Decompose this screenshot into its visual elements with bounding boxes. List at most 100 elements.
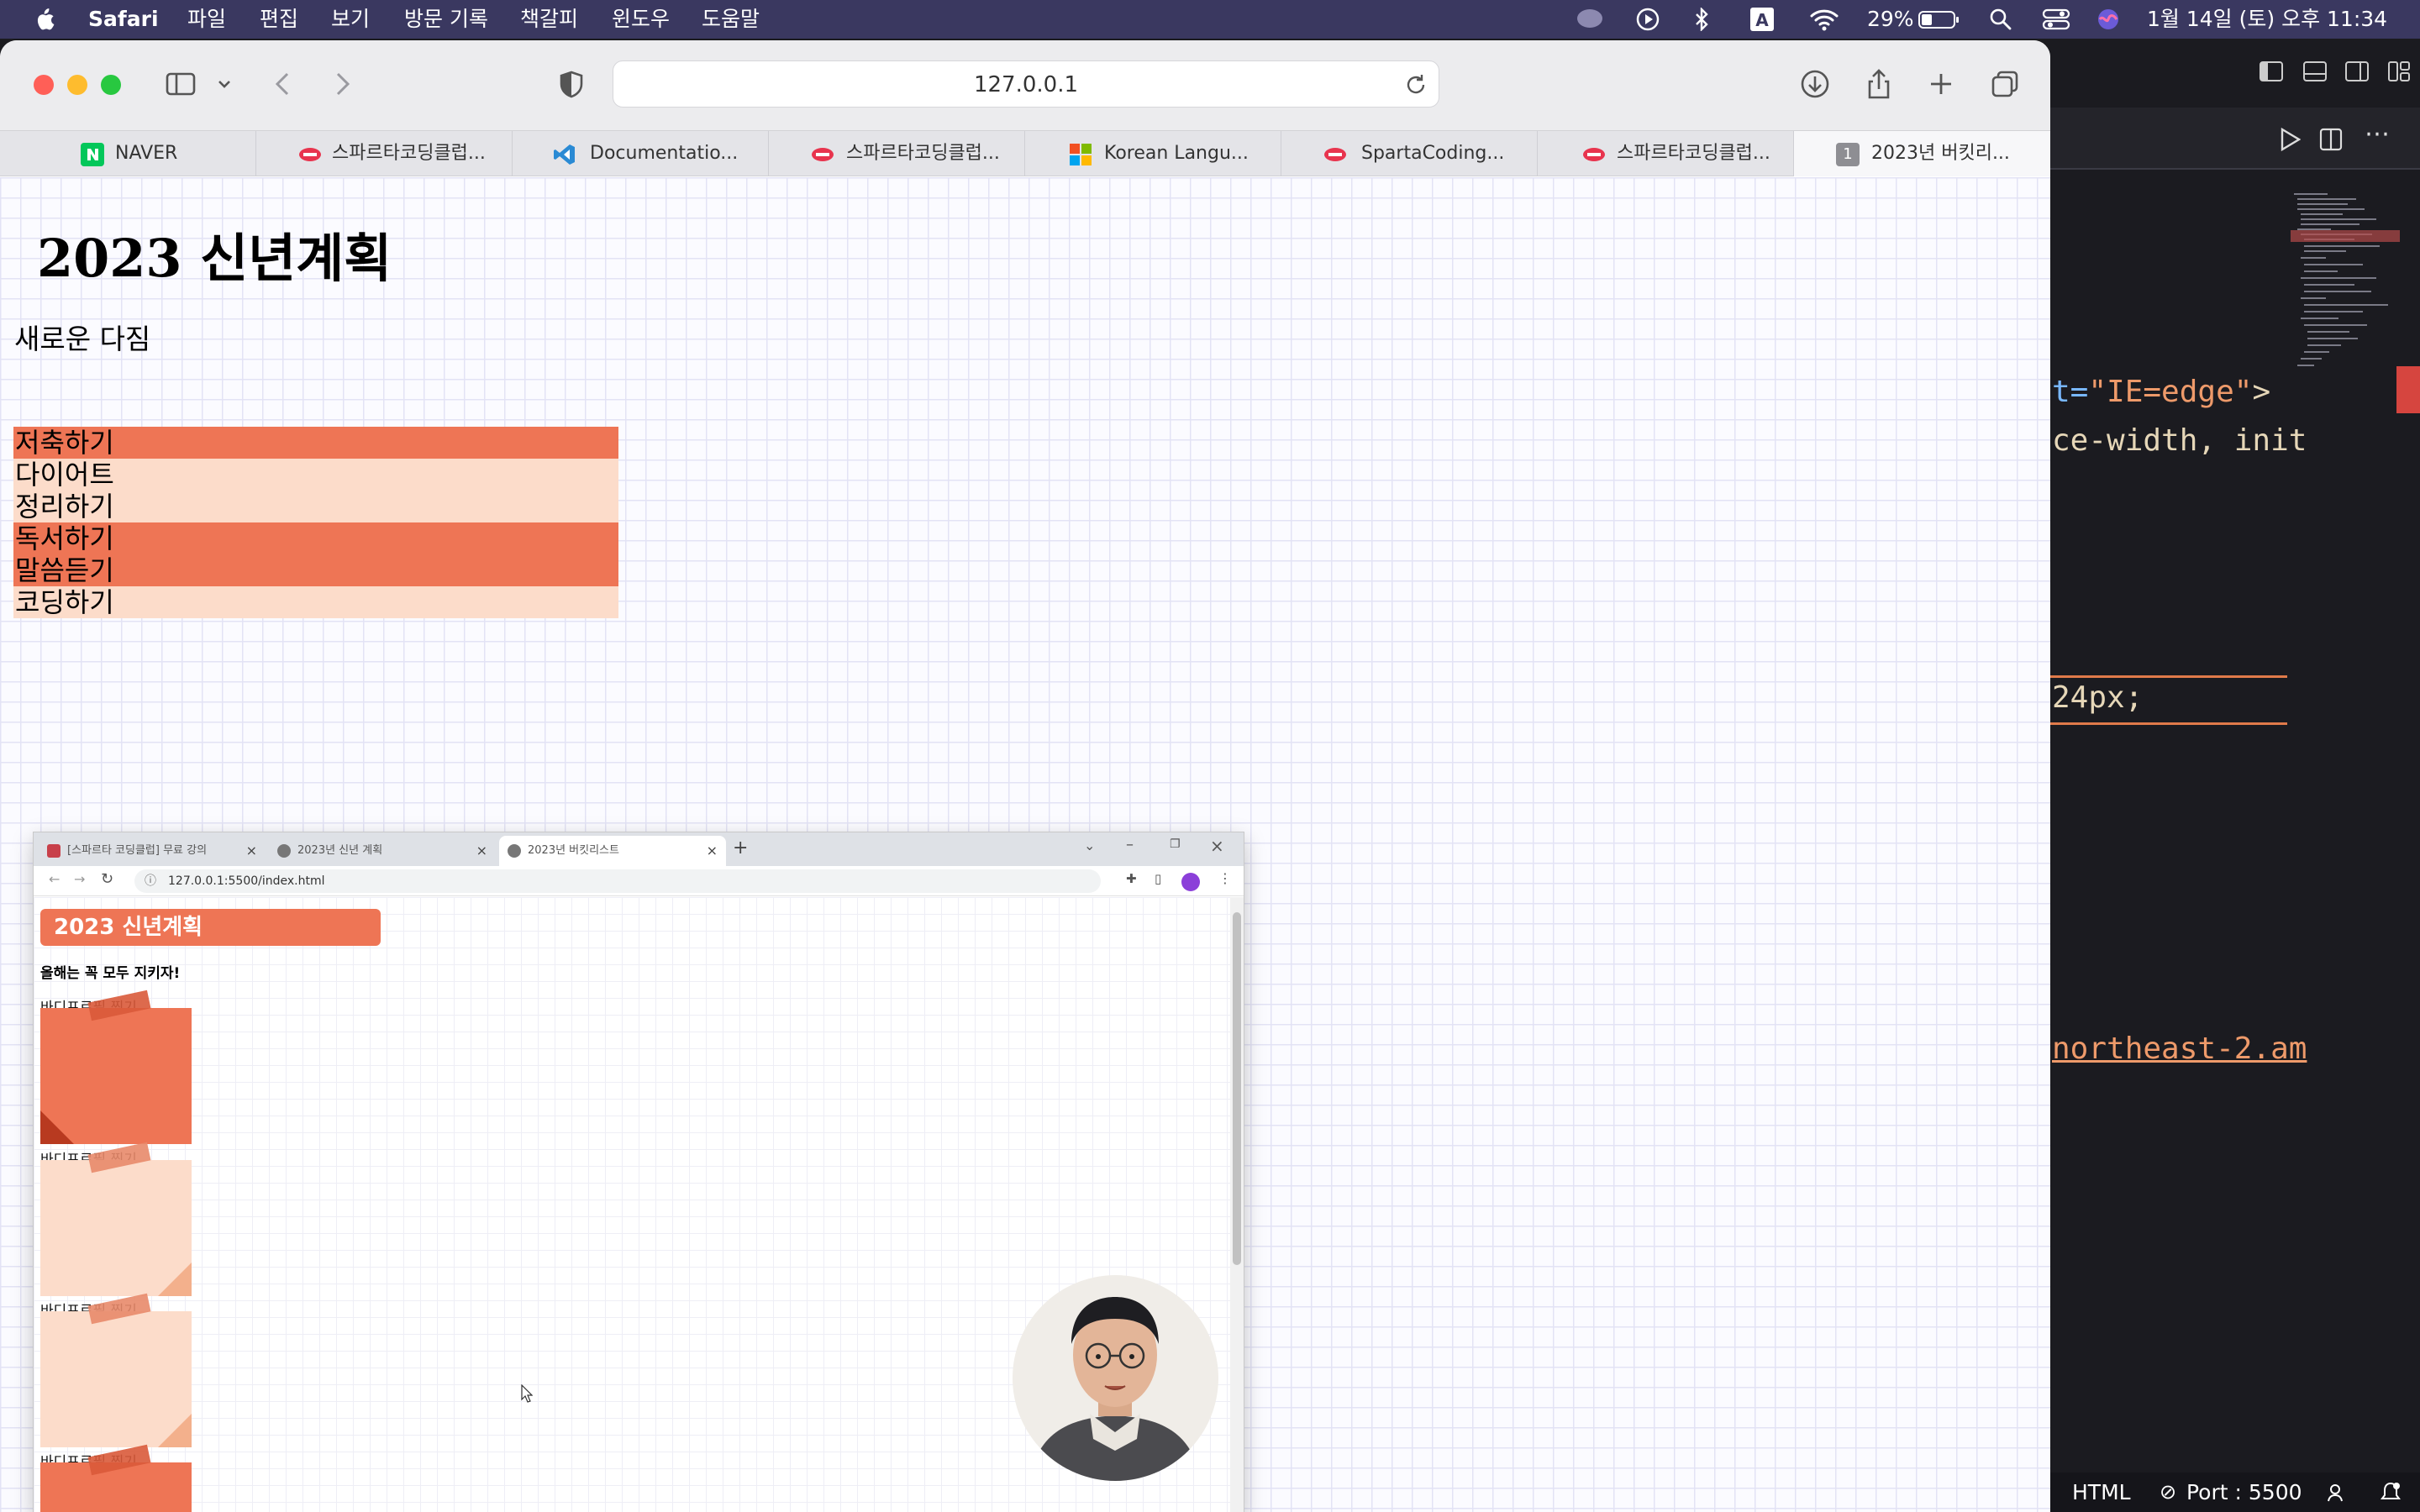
run-play-icon[interactable] xyxy=(2279,128,2301,151)
tab-sparta-3[interactable]: 스파르타코딩클럽... xyxy=(1538,131,1794,176)
embedded-chrome-screenshot: [스파르타 코딩클럽] 무료 강의 × 2023년 신년 계획 × 2023년 … xyxy=(34,832,1244,1512)
scrollbar-thumb[interactable] xyxy=(1233,912,1241,1265)
tab-sparta-2[interactable]: 스파르타코딩클럽... xyxy=(769,131,1025,176)
sparta-favicon xyxy=(47,844,60,858)
forward-arrow-icon[interactable]: → xyxy=(74,871,85,887)
menu-clock[interactable]: 1월 14일 (토) 오후 11:34 xyxy=(2147,0,2387,39)
menu-view[interactable]: 보기 xyxy=(331,0,370,39)
minimize-icon[interactable]: – xyxy=(1126,836,1134,853)
account-feedback-icon[interactable] xyxy=(2328,1483,2349,1503)
chevron-down-icon[interactable] xyxy=(216,67,233,101)
editor-title-bar xyxy=(2050,50,2420,101)
chrome-page-content: 2023 신년계획 올해는 꼭 모두 지키자! 바디프로필 찍기 바디프로필 찍… xyxy=(34,897,1244,1512)
back-arrow-icon[interactable]: ← xyxy=(49,871,60,887)
menu-bookmarks[interactable]: 책갈피 xyxy=(520,0,578,39)
menu-edit[interactable]: 편집 xyxy=(260,0,298,39)
close-icon[interactable]: × xyxy=(246,836,257,866)
chrome-address-bar[interactable]: ⓘ 127.0.0.1:5500/index.html xyxy=(134,869,1101,893)
microsoft-favicon xyxy=(1070,144,1092,165)
menu-window[interactable]: 윈도우 xyxy=(612,0,670,39)
wifi-icon[interactable] xyxy=(1810,8,1839,31)
close-window-button[interactable] xyxy=(34,75,54,95)
reload-icon[interactable] xyxy=(1403,72,1428,97)
chevron-down-icon[interactable]: ⌄ xyxy=(1084,837,1095,853)
mouse-cursor-icon xyxy=(521,1384,533,1403)
code-link-line[interactable]: northeast-2.am xyxy=(2052,1032,2307,1066)
bell-icon[interactable] xyxy=(2380,1481,2402,1504)
more-options-icon[interactable]: ⋮ xyxy=(1218,870,1232,886)
bluetooth-icon[interactable] xyxy=(1693,8,1710,31)
svg-text:A: A xyxy=(1755,10,1769,30)
minimize-window-button[interactable] xyxy=(67,75,87,95)
customize-layout-icon[interactable] xyxy=(2386,59,2412,84)
zoom-window-button[interactable] xyxy=(101,75,121,95)
editor-status-bar: HTML ⊘ Port : 5500 xyxy=(2050,1473,2420,1512)
address-url: 127.0.0.1 xyxy=(973,72,1079,97)
menu-app-name[interactable]: Safari xyxy=(88,0,159,39)
editor-minimap[interactable] xyxy=(2291,190,2400,425)
tab-korean-language[interactable]: Korean Langu... xyxy=(1025,131,1281,176)
presenter-webcam xyxy=(1013,1275,1218,1481)
close-icon[interactable]: × xyxy=(476,836,487,866)
number-1-favicon: 1 xyxy=(1836,143,1860,166)
sparta-favicon xyxy=(1324,148,1346,161)
status-port[interactable]: Port : 5500 xyxy=(2186,1473,2302,1512)
sticky-note xyxy=(40,1142,192,1296)
tab-naver[interactable]: NAVER xyxy=(0,131,256,176)
close-icon[interactable]: × xyxy=(1210,836,1224,856)
battery-percent: 29% xyxy=(1867,7,1914,31)
page-subtitle: 새로운 다짐 xyxy=(14,323,151,355)
apple-logo-icon[interactable] xyxy=(32,6,55,33)
info-icon: ⓘ xyxy=(145,874,156,888)
more-actions-icon[interactable]: ⋯ xyxy=(2365,119,2390,149)
reload-icon[interactable]: ↻ xyxy=(101,870,113,888)
tab-spartacoding[interactable]: SpartaCoding... xyxy=(1281,131,1538,176)
forward-arrow-icon[interactable] xyxy=(324,67,358,101)
sparta-favicon xyxy=(299,148,321,161)
play-circle-icon[interactable] xyxy=(1636,8,1660,31)
chrome-tab-active[interactable]: 2023년 버킷리스트 × xyxy=(499,836,726,866)
battery-icon[interactable] xyxy=(1918,8,1960,31)
spotlight-search-icon[interactable] xyxy=(1989,8,2012,31)
goal-item: 다이어트 xyxy=(13,459,618,491)
share-icon[interactable] xyxy=(1862,67,1896,101)
tab-sparta-1[interactable]: 스파르타코딩클럽... xyxy=(256,131,513,176)
menu-help[interactable]: 도움말 xyxy=(702,0,760,39)
back-arrow-icon[interactable] xyxy=(267,67,301,101)
goal-item: 정리하기 xyxy=(13,491,618,522)
control-center-icon[interactable] xyxy=(2042,8,2070,31)
tab-documentation[interactable]: Documentatio... xyxy=(513,131,769,176)
tab-bucketlist-active[interactable]: 1 2023년 버킷리... xyxy=(1794,131,2050,176)
safari-tab-bar: NAVER 스파르타코딩클럽... Documentatio... 스파르타코딩… xyxy=(0,131,2050,176)
tab-overview-icon[interactable] xyxy=(1988,67,2022,101)
vscode-favicon xyxy=(554,144,575,165)
status-language[interactable]: HTML xyxy=(2072,1473,2131,1512)
input-source-icon[interactable]: A xyxy=(1749,8,1775,31)
page-title: 2023 신년계획 xyxy=(37,228,392,289)
toggle-panel-icon[interactable] xyxy=(2302,59,2328,84)
new-tab-plus-icon[interactable] xyxy=(1924,67,1958,101)
extensions-icon[interactable]: ✚ xyxy=(1126,871,1137,886)
address-bar[interactable]: 127.0.0.1 xyxy=(613,60,1439,108)
sidebar-toggle-icon[interactable] xyxy=(164,67,197,101)
code-editor-window: ⋯ t="IE=edge"> ce-width, init 24px; nort… xyxy=(2050,40,2420,1512)
toggle-sidebar-icon[interactable] xyxy=(2259,59,2284,84)
chrome-tab[interactable]: [스파르타 코딩클럽] 무료 강의 × xyxy=(39,836,266,866)
sticky-note xyxy=(40,990,192,1144)
menu-file[interactable]: 파일 xyxy=(187,0,226,39)
toggle-secondary-sidebar-icon[interactable] xyxy=(2344,59,2370,84)
close-icon[interactable]: × xyxy=(707,836,718,866)
siri-icon[interactable] xyxy=(2096,8,2121,31)
new-tab-plus-icon[interactable]: + xyxy=(733,837,748,858)
chat-bubble-icon[interactable] xyxy=(1576,8,1604,31)
profile-avatar[interactable] xyxy=(1181,873,1200,891)
menu-history[interactable]: 방문 기록 xyxy=(404,0,488,39)
chrome-tab[interactable]: 2023년 신년 계획 × xyxy=(269,836,496,866)
split-editor-icon[interactable] xyxy=(2319,128,2343,151)
privacy-shield-icon[interactable] xyxy=(555,67,588,101)
side-panel-icon[interactable]: ▯ xyxy=(1155,871,1161,886)
sticky-note xyxy=(40,1444,192,1512)
chrome-scrollbar[interactable] xyxy=(1230,897,1244,1512)
restore-icon[interactable]: ❐ xyxy=(1170,837,1181,851)
downloads-icon[interactable] xyxy=(1798,67,1832,101)
